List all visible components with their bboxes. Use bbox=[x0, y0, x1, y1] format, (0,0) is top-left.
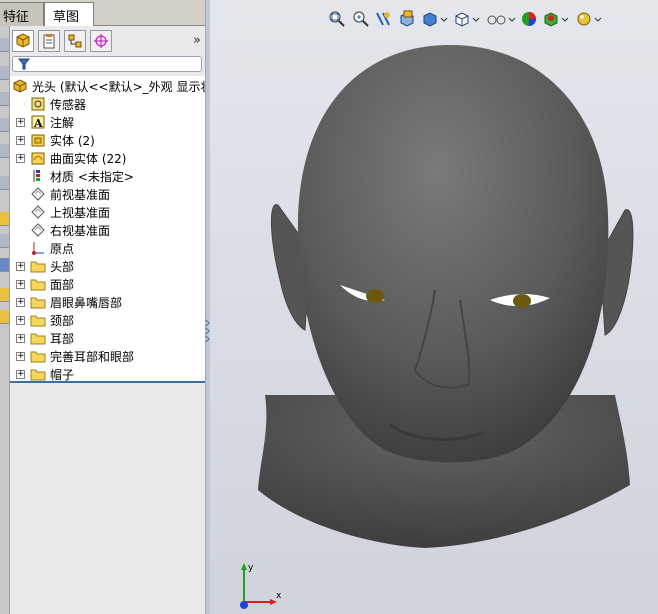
tree-item[interactable]: + 帽子 bbox=[10, 365, 205, 381]
tree-item[interactable]: 上视基准面 bbox=[10, 203, 205, 221]
expand-toggle-icon[interactable]: + bbox=[16, 369, 25, 379]
dimxpert-tab[interactable] bbox=[90, 30, 112, 52]
tree-item[interactable]: + 面部 bbox=[10, 275, 205, 293]
expand-toggle-icon[interactable]: + bbox=[16, 261, 25, 271]
tree-item[interactable]: 传感器 bbox=[10, 95, 205, 113]
feature-manager-panel: » 光头 (默认<<默认>_外观 显示状 传感器 + A 注解 + 实体 (2) + 曲面实体… bbox=[10, 26, 205, 614]
tree-item[interactable]: + 曲面实体 (22) bbox=[10, 149, 205, 167]
feature-tree: 光头 (默认<<默认>_外观 显示状 传感器 + A 注解 + 实体 (2) + 曲面实体 (… bbox=[10, 76, 205, 381]
triad-x-label: x bbox=[276, 591, 282, 601]
tree-item[interactable]: 原点 bbox=[10, 239, 205, 257]
tree-item[interactable]: 材质 <未指定> bbox=[10, 167, 205, 185]
tree-item-label: 帽子 bbox=[50, 367, 75, 382]
tree-item[interactable]: + 头部 bbox=[10, 257, 205, 275]
expand-toggle-icon[interactable]: + bbox=[16, 315, 25, 325]
tree-item-label: 传感器 bbox=[50, 97, 87, 112]
tool-button[interactable] bbox=[0, 92, 9, 106]
tree-item-label: 原点 bbox=[50, 241, 75, 256]
tool-button[interactable] bbox=[0, 176, 9, 190]
tool-button[interactable] bbox=[0, 118, 9, 132]
graphics-viewport[interactable]: y x bbox=[210, 0, 658, 614]
tree-item-label: 眉眼鼻嘴唇部 bbox=[50, 295, 123, 310]
expand-toggle-icon[interactable]: + bbox=[16, 333, 25, 343]
origin-icon bbox=[30, 240, 46, 256]
tree-item-label: 完善耳部和眼部 bbox=[50, 349, 135, 364]
expand-toggle-icon[interactable]: + bbox=[16, 117, 25, 127]
configuration-manager-tab[interactable] bbox=[64, 30, 86, 52]
tool-button[interactable] bbox=[0, 212, 9, 226]
triad-y-label: y bbox=[248, 563, 254, 573]
tool-button[interactable] bbox=[0, 288, 9, 302]
expand-toggle-icon[interactable]: + bbox=[16, 297, 25, 307]
tree-item-label: 前视基准面 bbox=[50, 187, 111, 202]
tree-item-label: 头部 bbox=[50, 259, 75, 274]
tree-item[interactable]: + 眉眼鼻嘴唇部 bbox=[10, 293, 205, 311]
tree-item[interactable]: 前视基准面 bbox=[10, 185, 205, 203]
expand-toggle-icon[interactable]: + bbox=[16, 279, 25, 289]
part-icon bbox=[12, 78, 28, 94]
tree-item[interactable]: + 颈部 bbox=[10, 311, 205, 329]
head-model[interactable] bbox=[210, 0, 658, 614]
tool-button[interactable] bbox=[0, 38, 9, 52]
crosshair-icon bbox=[94, 34, 108, 48]
plane-icon bbox=[30, 186, 46, 202]
tool-button[interactable] bbox=[0, 144, 9, 158]
orientation-triad: y x bbox=[240, 563, 282, 609]
tree-root-label: 光头 (默认<<默认>_外观 显示状 bbox=[32, 79, 205, 94]
tree-item-label: 实体 (2) bbox=[50, 133, 95, 148]
tool-button[interactable] bbox=[0, 310, 9, 324]
folder-icon bbox=[30, 258, 46, 274]
tab-features[interactable]: 特征 bbox=[0, 2, 44, 26]
tree-item[interactable]: + 耳部 bbox=[10, 329, 205, 347]
plane-icon bbox=[30, 204, 46, 220]
folder-icon bbox=[30, 276, 46, 292]
folder-icon bbox=[30, 330, 46, 346]
surface-body-icon bbox=[30, 150, 46, 166]
tab-sketch[interactable]: 草图 bbox=[44, 2, 94, 26]
folder-icon bbox=[30, 348, 46, 364]
sensor-icon bbox=[30, 96, 46, 112]
expand-toggle-icon[interactable]: + bbox=[16, 153, 25, 163]
panel-empty-area bbox=[10, 383, 205, 614]
feature-tree-icon bbox=[16, 33, 30, 48]
folder-icon bbox=[30, 294, 46, 310]
tool-button[interactable] bbox=[0, 234, 9, 248]
tree-item-label: 面部 bbox=[50, 277, 75, 292]
tree-item-label: 曲面实体 (22) bbox=[50, 151, 127, 166]
plane-icon bbox=[30, 222, 46, 238]
tree-item[interactable]: 右视基准面 bbox=[10, 221, 205, 239]
panel-toolbar: » bbox=[10, 30, 205, 54]
tree-item-label: 右视基准面 bbox=[50, 223, 111, 238]
solid-body-icon bbox=[30, 132, 46, 148]
folder-icon bbox=[30, 366, 46, 381]
material-icon bbox=[30, 168, 46, 184]
tree-item-label: 耳部 bbox=[50, 331, 75, 346]
filter-icon bbox=[17, 58, 31, 70]
tree-item[interactable]: + A 注解 bbox=[10, 113, 205, 131]
configuration-icon bbox=[68, 34, 82, 48]
tree-filter-input[interactable] bbox=[12, 56, 202, 72]
expand-toggle-icon[interactable]: + bbox=[16, 351, 25, 361]
tree-item-label: 上视基准面 bbox=[50, 205, 111, 220]
expand-toggle-icon[interactable]: + bbox=[16, 135, 25, 145]
svg-text:A: A bbox=[33, 117, 43, 130]
annotation-icon: A bbox=[30, 114, 46, 130]
property-icon bbox=[43, 34, 55, 49]
tree-item-label: 颈部 bbox=[50, 313, 75, 328]
tool-button[interactable] bbox=[0, 258, 9, 272]
expand-panel-button[interactable]: » bbox=[193, 33, 201, 48]
feature-tree-tab[interactable] bbox=[12, 30, 34, 52]
command-manager-tabs: 特征 草图 bbox=[0, 0, 205, 26]
tree-item-label: 注解 bbox=[50, 115, 75, 130]
tree-item[interactable]: + 实体 (2) bbox=[10, 131, 205, 149]
tree-item[interactable]: + 完善耳部和眼部 bbox=[10, 347, 205, 365]
property-manager-tab[interactable] bbox=[38, 30, 60, 52]
left-tool-strip bbox=[0, 26, 10, 614]
tree-item-label: 材质 <未指定> bbox=[50, 169, 134, 184]
tool-button[interactable] bbox=[0, 66, 9, 80]
tree-root-part[interactable]: 光头 (默认<<默认>_外观 显示状 bbox=[10, 77, 205, 95]
folder-icon bbox=[30, 312, 46, 328]
